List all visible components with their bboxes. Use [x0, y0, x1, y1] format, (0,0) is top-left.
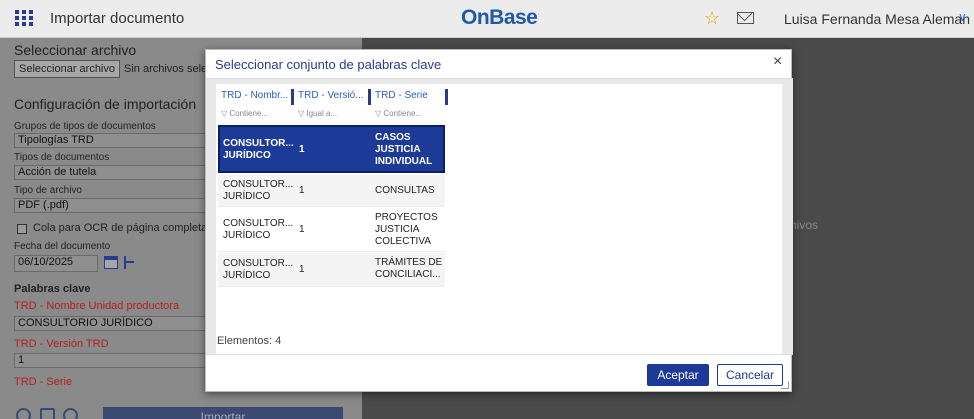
settings-icon[interactable]: [16, 408, 31, 419]
user-name[interactable]: Luisa Fernanda Mesa Aleman: [784, 11, 970, 27]
cell-serie: CONSULTAS: [375, 185, 435, 196]
resize-grip-icon[interactable]: [781, 381, 789, 389]
column-header-name[interactable]: TRD - Nombr...: [221, 90, 288, 101]
cell-serie: PROYECTOS JUSTICIA COLECTIVA: [375, 212, 438, 247]
mail-icon[interactable]: [737, 12, 754, 24]
brand-name: OnBase: [461, 6, 538, 29]
config-title: Configuración de importación: [14, 96, 197, 112]
cell-name: CONSULTOR... JURÍDICO: [223, 179, 294, 202]
cell-version: 1: [299, 224, 305, 235]
document-date-input[interactable]: 06/10/2025: [14, 255, 98, 272]
cell-version: 1: [299, 264, 305, 275]
page-title: Importar documento: [50, 10, 185, 27]
column-resize-handle[interactable]: [445, 89, 448, 105]
kw-unit-label: TRD - Nombre Unidad productora: [14, 300, 180, 312]
user-icon[interactable]: [63, 408, 78, 419]
filter-serie[interactable]: ▽ Contiene...: [375, 109, 422, 118]
column-resize-handle[interactable]: [368, 89, 371, 105]
no-files-text: Sin archivos sele: [124, 63, 208, 75]
item-count: Elementos: 4: [217, 335, 282, 347]
select-file-title: Seleccionar archivo: [14, 42, 137, 58]
cell-serie: CASOS JUSTICIA INDIVIDUAL: [375, 132, 433, 167]
kw-version-label: TRD - Versión TRD: [14, 338, 109, 350]
date-label: Fecha del documento: [14, 241, 111, 252]
cell-version: 1: [299, 185, 305, 196]
doc-type-groups-select[interactable]: Tipologías TRD: [14, 133, 214, 148]
file-type-label: Tipo de archivo: [14, 185, 82, 196]
keyword-set-dialog: Seleccionar conjunto de palabras clave ×…: [205, 49, 793, 392]
filter-name[interactable]: ▽ Contiene...: [221, 109, 268, 118]
cell-name: CONSULTOR... JURÍDICO: [223, 218, 294, 241]
ocr-checkbox[interactable]: [17, 224, 27, 234]
top-bar: Importar documento OnBase· ☆ Luisa Ferna…: [0, 0, 974, 38]
cell-name: CONSULTOR... JURÍDICO: [223, 258, 294, 281]
cell-version: 1: [299, 144, 305, 155]
cancel-button[interactable]: Cancelar: [717, 364, 783, 386]
close-icon[interactable]: ×: [773, 53, 782, 71]
calendar-icon[interactable]: [104, 256, 118, 269]
table-row[interactable]: CONSULTOR... JURÍDICO 1 TRÁMITES DE CONC…: [218, 253, 445, 287]
dialog-title: Seleccionar conjunto de palabras clave: [215, 57, 442, 72]
doc-type-groups-label: Grupos de tipos de documentos: [14, 121, 156, 132]
chevron-down-icon[interactable]: ∨: [958, 10, 967, 24]
table-row[interactable]: CONSULTOR... JURÍDICO 1 PROYECTOS JUSTIC…: [218, 208, 445, 252]
favorite-star-icon[interactable]: ☆: [704, 8, 720, 29]
kw-serie-label: TRD - Serie: [14, 376, 73, 388]
table-row[interactable]: CONSULTOR... JURÍDICO 1 CONSULTAS: [218, 175, 445, 207]
keyword-set-table: TRD - Nombr... TRD - Versió... TRD - Ser…: [216, 84, 782, 354]
ocr-label: Cola para OCR de página completa: [33, 222, 208, 234]
cell-name: CONSULTOR... JURÍDICO: [223, 138, 294, 161]
kw-version-input[interactable]: 1: [14, 353, 214, 368]
doc-types-select[interactable]: Acción de tutela: [14, 165, 214, 180]
scan-icon[interactable]: [40, 408, 55, 419]
filter-version[interactable]: ▽ Igual a...: [298, 109, 337, 118]
drop-zone-text: hivos: [790, 218, 819, 232]
table-row-selected[interactable]: CONSULTOR... JURÍDICO 1 CASOS JUSTICIA I…: [218, 125, 445, 173]
keywords-title: Palabras clave: [14, 283, 91, 295]
app-menu-grid-icon[interactable]: [15, 10, 33, 26]
column-resize-handle[interactable]: [291, 89, 294, 105]
kw-unit-input[interactable]: CONSULTORIO JURÍDICO: [14, 316, 214, 331]
select-file-button[interactable]: Seleccionar archivo: [14, 60, 120, 78]
cell-serie: TRÁMITES DE CONCILIACI...: [375, 257, 443, 280]
brand-logo: OnBase·: [461, 6, 540, 30]
column-header-version[interactable]: TRD - Versió...: [298, 90, 364, 101]
hierarchy-icon[interactable]: [124, 256, 136, 269]
dialog-body: TRD - Nombr... TRD - Versió... TRD - Ser…: [206, 78, 793, 355]
import-button[interactable]: Importar: [103, 407, 343, 419]
doc-types-label: Tipos de documentos: [14, 152, 110, 163]
brand-mark: ·: [537, 11, 540, 18]
file-type-select[interactable]: PDF (.pdf): [14, 198, 214, 213]
column-header-serie[interactable]: TRD - Serie: [375, 90, 428, 101]
accept-button[interactable]: Aceptar: [647, 364, 709, 386]
